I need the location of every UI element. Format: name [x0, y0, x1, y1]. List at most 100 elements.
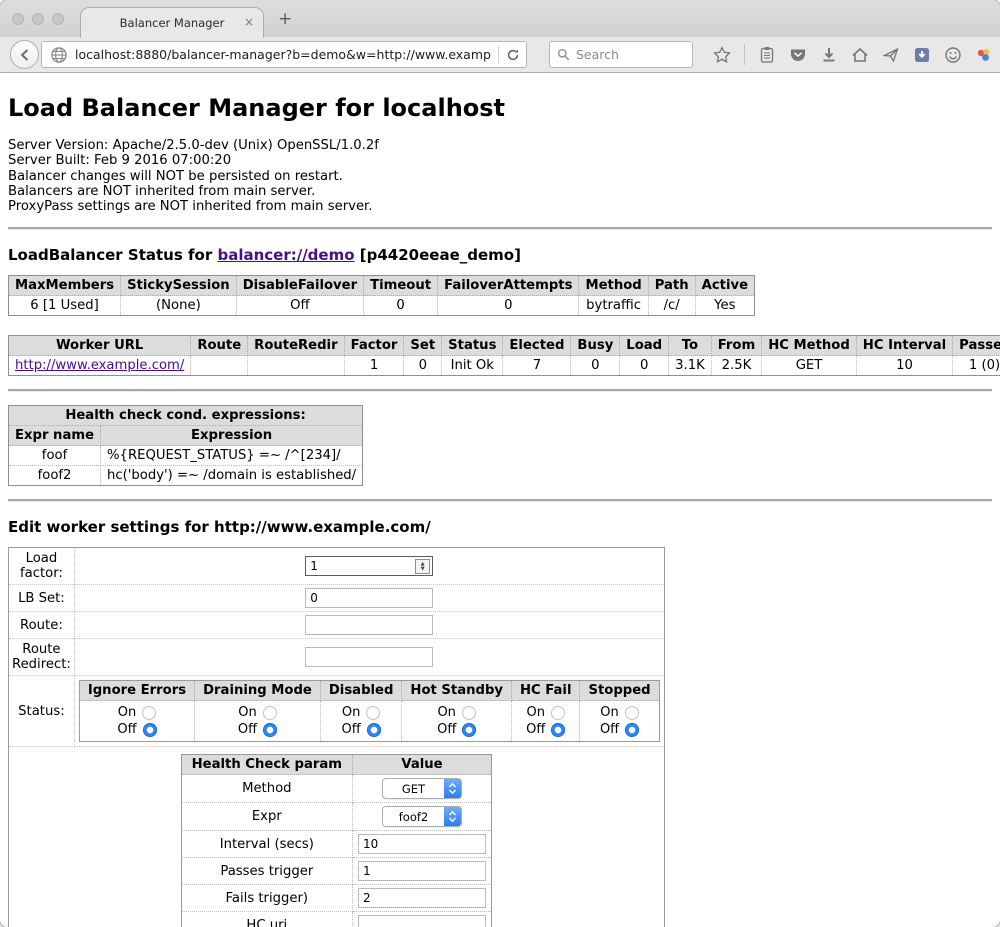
hc-param-label: Expr: [181, 803, 352, 831]
status-column-header: Disabled: [320, 681, 402, 701]
navigation-toolbar: localhost:8880/balancer-manager?b=demo&w…: [0, 37, 1000, 73]
hc-param-row: Fails trigger): [181, 885, 491, 912]
text-input[interactable]: [305, 647, 433, 667]
back-button[interactable]: [10, 40, 39, 69]
hc-text-input[interactable]: [358, 834, 486, 854]
radio-unselected[interactable]: [263, 706, 277, 720]
number-input[interactable]: [305, 556, 433, 576]
hc-param-value: [352, 858, 491, 885]
table-cell: GET: [762, 356, 857, 376]
expr-select[interactable]: foof2: [382, 806, 462, 827]
hc-param-row: Method GET: [181, 775, 491, 803]
status-radio-cell: OnOff: [320, 701, 402, 742]
table-cell: 0: [404, 356, 442, 376]
radio-selected[interactable]: [143, 723, 157, 737]
hc-param-row: Interval (secs): [181, 831, 491, 858]
tab-close-icon[interactable]: ×: [244, 15, 254, 29]
hc-text-input[interactable]: [358, 888, 486, 908]
column-header: RouteRedir: [248, 336, 344, 356]
hc-param-value: [352, 885, 491, 912]
radio-option: Off: [410, 721, 503, 738]
send-icon[interactable]: [882, 46, 900, 64]
bookmark-star-icon[interactable]: [713, 46, 731, 64]
expr-name-cell: foof: [9, 446, 101, 466]
radio-selected[interactable]: [263, 723, 277, 737]
hc-text-input[interactable]: [358, 915, 486, 927]
table-row: http://www.example.com/10Init Ok7003.1K2…: [9, 356, 1000, 376]
text-input[interactable]: [305, 615, 433, 635]
tab-balancer-manager[interactable]: Balancer Manager ×: [80, 7, 264, 38]
radio-unselected[interactable]: [625, 706, 639, 720]
color-dots-icon[interactable]: [975, 46, 993, 64]
search-input[interactable]: Search: [549, 41, 693, 68]
home-icon[interactable]: [851, 46, 869, 64]
frame-arrow-icon[interactable]: [913, 46, 931, 64]
table-cell: 0: [438, 296, 579, 316]
status-label: Status:: [9, 676, 75, 747]
table-cell: (None): [121, 296, 237, 316]
clipboard-icon[interactable]: [758, 46, 776, 64]
text-input[interactable]: [305, 588, 433, 608]
column-header: Status: [442, 336, 503, 356]
search-icon: [557, 48, 570, 61]
balancer-table: MaxMembersStickySessionDisableFailoverTi…: [8, 275, 755, 316]
downloads-icon[interactable]: [820, 46, 838, 64]
column-header: To: [669, 336, 712, 356]
column-header: DisableFailover: [236, 276, 363, 296]
radio-unselected[interactable]: [142, 706, 156, 720]
method-select[interactable]: GET: [382, 778, 462, 799]
column-header: Elected: [503, 336, 571, 356]
expression-cell: hc('body') =~ /domain is established/: [101, 466, 363, 486]
table-cell: 0: [620, 356, 669, 376]
column-header: Load: [620, 336, 669, 356]
expression-cell: %{REQUEST_STATUS} =~ /^[234]/: [101, 446, 363, 466]
radio-label: Off: [437, 721, 456, 738]
minimize-window-button[interactable]: [32, 13, 44, 25]
table-cell: Init Ok: [442, 356, 503, 376]
edit-worker-heading: Edit worker settings for http://www.exam…: [8, 518, 992, 536]
column-header: From: [711, 336, 761, 356]
url-text[interactable]: localhost:8880/balancer-manager?b=demo&w…: [75, 47, 491, 62]
radio-selected[interactable]: [462, 723, 476, 737]
new-tab-button[interactable]: +: [278, 9, 292, 29]
radio-label: On: [118, 704, 136, 721]
hc-text-input[interactable]: [358, 861, 486, 881]
worker-url-link[interactable]: http://www.example.com/: [15, 358, 184, 373]
status-radio-cell: OnOff: [511, 701, 579, 742]
hc-param-value: foof2: [352, 803, 491, 831]
form-row: LB Set:: [9, 585, 665, 612]
status-radio-cell: OnOff: [580, 701, 659, 742]
hc-param-label: Method: [181, 775, 352, 803]
pocket-icon[interactable]: [789, 46, 807, 64]
page-title: Load Balancer Manager for localhost: [8, 94, 992, 122]
smiley-icon[interactable]: [944, 46, 962, 64]
status-column-header: Draining Mode: [195, 681, 321, 701]
radio-unselected[interactable]: [366, 706, 380, 720]
table-cell: 3.1K: [669, 356, 712, 376]
radio-unselected[interactable]: [462, 706, 476, 720]
expressions-title: Health check cond. expressions:: [9, 406, 363, 426]
radio-unselected[interactable]: [551, 706, 565, 720]
table-cell: 0: [364, 296, 438, 316]
radio-option: Off: [203, 721, 312, 738]
traffic-lights[interactable]: [12, 13, 64, 25]
url-bar[interactable]: localhost:8880/balancer-manager?b=demo&w…: [41, 41, 527, 68]
site-globe-icon: [50, 46, 68, 64]
table-cell: Yes: [695, 296, 754, 316]
column-header: HC Interval: [856, 336, 952, 356]
reload-icon[interactable]: [506, 48, 520, 62]
radio-label: Off: [526, 721, 545, 738]
server-info-line: Server Built: Feb 9 2016 07:00:20: [8, 153, 992, 168]
form-row: Load factor:▲▼: [9, 548, 665, 585]
column-header: Busy: [571, 336, 620, 356]
table-cell: 7: [503, 356, 571, 376]
radio-selected[interactable]: [625, 723, 639, 737]
close-window-button[interactable]: [12, 13, 24, 25]
balancer-link[interactable]: balancer://demo: [217, 246, 354, 264]
radio-selected[interactable]: [367, 723, 381, 737]
hc-param-row: Expr foof2: [181, 803, 491, 831]
radio-selected[interactable]: [551, 723, 565, 737]
heading-prefix: LoadBalancer Status for: [8, 246, 217, 264]
spinner-icon[interactable]: ▲▼: [415, 559, 430, 574]
zoom-window-button[interactable]: [52, 13, 64, 25]
